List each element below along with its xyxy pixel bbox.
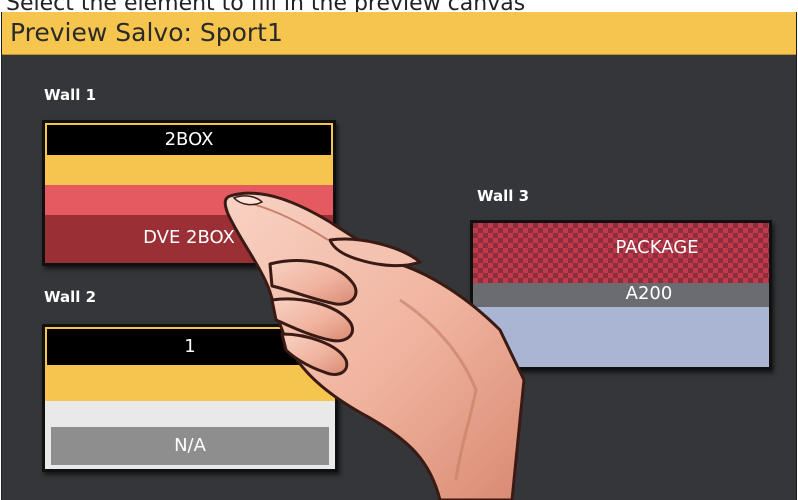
wall-1-top-text: 2BOX (164, 129, 214, 150)
wall-1-top-element[interactable]: 2BOX (45, 123, 333, 157)
wall-1-red-band[interactable] (45, 185, 333, 215)
wall-1-bottom-element[interactable]: DVE 2BOX (45, 215, 333, 263)
wall-3-bottom-chip[interactable]: A200 (473, 283, 769, 307)
wall-3-bottom-element[interactable]: A200 (473, 273, 769, 307)
wall-1-bottom-text: DVE 2BOX (143, 227, 235, 248)
wall-2-bottom-text: N/A (174, 435, 206, 456)
wall-3-canvas[interactable]: PACKAGE A200 (470, 220, 772, 370)
wall-2-yellow-band[interactable] (45, 367, 335, 401)
wall-2-canvas[interactable]: 1 N/A (42, 324, 338, 472)
panel-title: Preview Salvo: Sport1 (10, 18, 283, 47)
wall-2-top-text: 1 (184, 336, 196, 357)
screen: Select the element to fill in the previe… (0, 0, 798, 500)
wall-3-top-element[interactable]: PACKAGE (473, 223, 769, 273)
wall-1-yellow-band[interactable] (45, 157, 333, 185)
wall-2-bottom-element[interactable]: N/A (45, 425, 335, 469)
wall-3-label: Wall 3 (477, 187, 530, 205)
wall-3-top-text: PACKAGE (615, 237, 699, 258)
wall-2-top-element[interactable]: 1 (45, 327, 335, 367)
wall-1-label: Wall 1 (44, 86, 97, 104)
wall-2-light-band[interactable] (45, 401, 335, 425)
wall-2-label: Wall 2 (44, 288, 97, 306)
wall-2-bottom-chip[interactable]: N/A (51, 427, 329, 465)
preview-salvo-panel: Preview Salvo: Sport1 Wall 1 2BOX DVE 2B… (1, 12, 797, 500)
wall-1-canvas[interactable]: 2BOX DVE 2BOX (42, 120, 336, 266)
wall-3-bottom-text: A200 (625, 283, 673, 304)
wall-3-fill-area[interactable] (473, 307, 769, 367)
panel-header: Preview Salvo: Sport1 (2, 12, 796, 55)
